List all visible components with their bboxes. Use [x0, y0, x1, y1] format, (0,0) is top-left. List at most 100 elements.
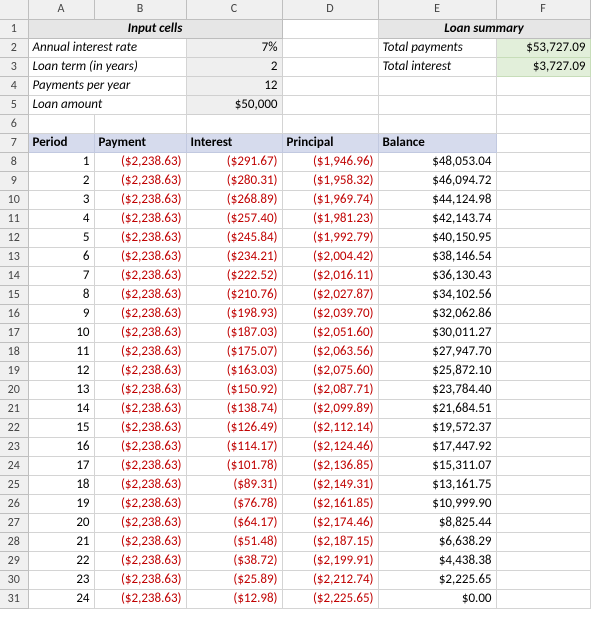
principal-cell[interactable]: ($2,174.46) — [282, 513, 378, 532]
principal-cell[interactable]: ($2,063.56) — [282, 342, 378, 361]
period-cell[interactable]: 24 — [28, 589, 94, 608]
interest-cell[interactable]: ($175.07) — [186, 342, 282, 361]
principal-cell[interactable]: ($1,992.79) — [282, 228, 378, 247]
period-cell[interactable]: 23 — [28, 570, 94, 589]
row-header[interactable]: 16 — [0, 304, 28, 323]
principal-cell[interactable]: ($1,958.32) — [282, 171, 378, 190]
cell[interactable] — [496, 190, 590, 209]
balance-cell[interactable]: $46,094.72 — [378, 171, 496, 190]
principal-cell[interactable]: ($2,004.42) — [282, 247, 378, 266]
cell[interactable] — [496, 285, 590, 304]
period-cell[interactable]: 19 — [28, 494, 94, 513]
cell[interactable] — [186, 114, 282, 133]
cell[interactable] — [496, 76, 590, 95]
row-header[interactable]: 11 — [0, 209, 28, 228]
cell[interactable] — [496, 171, 590, 190]
balance-cell[interactable]: $6,638.29 — [378, 532, 496, 551]
payment-cell[interactable]: ($2,238.63) — [94, 380, 186, 399]
period-cell[interactable]: 22 — [28, 551, 94, 570]
period-cell[interactable]: 3 — [28, 190, 94, 209]
cell[interactable] — [496, 266, 590, 285]
cell[interactable] — [496, 247, 590, 266]
row-header[interactable]: 26 — [0, 494, 28, 513]
cell[interactable] — [496, 456, 590, 475]
principal-cell[interactable]: ($2,212.74) — [282, 570, 378, 589]
payment-cell[interactable]: ($2,238.63) — [94, 304, 186, 323]
period-cell[interactable]: 13 — [28, 380, 94, 399]
payment-cell[interactable]: ($2,238.63) — [94, 589, 186, 608]
interest-cell[interactable]: ($187.03) — [186, 323, 282, 342]
cell[interactable] — [496, 114, 590, 133]
col-header[interactable]: D — [282, 0, 378, 19]
cell[interactable] — [496, 342, 590, 361]
interest-cell[interactable]: ($222.52) — [186, 266, 282, 285]
cell[interactable] — [496, 228, 590, 247]
period-cell[interactable]: 11 — [28, 342, 94, 361]
cell[interactable] — [496, 209, 590, 228]
cell[interactable] — [282, 114, 378, 133]
principal-cell[interactable]: ($2,225.65) — [282, 589, 378, 608]
balance-cell[interactable]: $13,161.75 — [378, 475, 496, 494]
principal-cell[interactable]: ($2,112.14) — [282, 418, 378, 437]
payment-cell[interactable]: ($2,238.63) — [94, 551, 186, 570]
payment-cell[interactable]: ($2,238.63) — [94, 418, 186, 437]
balance-cell[interactable]: $17,447.92 — [378, 437, 496, 456]
total-interest-value[interactable]: $3,727.09 — [496, 57, 590, 76]
period-cell[interactable]: 6 — [28, 247, 94, 266]
principal-cell[interactable]: ($2,161.85) — [282, 494, 378, 513]
row-header[interactable]: 18 — [0, 342, 28, 361]
balance-cell[interactable]: $32,062.86 — [378, 304, 496, 323]
col-header[interactable]: E — [378, 0, 496, 19]
balance-cell[interactable]: $36,130.43 — [378, 266, 496, 285]
interest-cell[interactable]: ($101.78) — [186, 456, 282, 475]
interest-cell[interactable]: ($198.93) — [186, 304, 282, 323]
row-header[interactable]: 17 — [0, 323, 28, 342]
payment-cell[interactable]: ($2,238.63) — [94, 570, 186, 589]
cell[interactable] — [282, 76, 378, 95]
row-header[interactable]: 12 — [0, 228, 28, 247]
interest-cell[interactable]: ($210.76) — [186, 285, 282, 304]
cell[interactable] — [496, 513, 590, 532]
row-header[interactable]: 31 — [0, 589, 28, 608]
row-header[interactable]: 7 — [0, 133, 28, 152]
principal-cell[interactable]: ($2,016.11) — [282, 266, 378, 285]
cell[interactable] — [282, 38, 378, 57]
interest-cell[interactable]: ($245.84) — [186, 228, 282, 247]
payment-cell[interactable]: ($2,238.63) — [94, 152, 186, 171]
principal-cell[interactable]: ($2,027.87) — [282, 285, 378, 304]
cell[interactable] — [28, 114, 94, 133]
cell[interactable] — [496, 380, 590, 399]
interest-cell[interactable]: ($280.31) — [186, 171, 282, 190]
period-cell[interactable]: 4 — [28, 209, 94, 228]
interest-cell[interactable]: ($38.72) — [186, 551, 282, 570]
col-header[interactable]: B — [94, 0, 186, 19]
balance-cell[interactable]: $10,999.90 — [378, 494, 496, 513]
period-cell[interactable]: 21 — [28, 532, 94, 551]
interest-cell[interactable]: ($25.89) — [186, 570, 282, 589]
row-header[interactable]: 9 — [0, 171, 28, 190]
row-header[interactable]: 13 — [0, 247, 28, 266]
interest-cell[interactable]: ($150.92) — [186, 380, 282, 399]
payment-cell[interactable]: ($2,238.63) — [94, 494, 186, 513]
principal-cell[interactable]: ($2,087.71) — [282, 380, 378, 399]
row-header[interactable]: 2 — [0, 38, 28, 57]
cell[interactable] — [496, 494, 590, 513]
balance-cell[interactable]: $40,150.95 — [378, 228, 496, 247]
interest-cell[interactable]: ($291.67) — [186, 152, 282, 171]
cell[interactable] — [496, 152, 590, 171]
balance-cell[interactable]: $19,572.37 — [378, 418, 496, 437]
col-header[interactable]: A — [28, 0, 94, 19]
period-cell[interactable]: 12 — [28, 361, 94, 380]
col-header[interactable]: F — [496, 0, 590, 19]
cell[interactable] — [496, 304, 590, 323]
period-cell[interactable]: 20 — [28, 513, 94, 532]
payment-cell[interactable]: ($2,238.63) — [94, 247, 186, 266]
payment-cell[interactable]: ($2,238.63) — [94, 228, 186, 247]
interest-cell[interactable]: ($163.03) — [186, 361, 282, 380]
balance-cell[interactable]: $42,143.74 — [378, 209, 496, 228]
payment-cell[interactable]: ($2,238.63) — [94, 323, 186, 342]
balance-cell[interactable]: $23,784.40 — [378, 380, 496, 399]
payment-cell[interactable]: ($2,238.63) — [94, 437, 186, 456]
cell[interactable] — [496, 323, 590, 342]
period-cell[interactable]: 15 — [28, 418, 94, 437]
